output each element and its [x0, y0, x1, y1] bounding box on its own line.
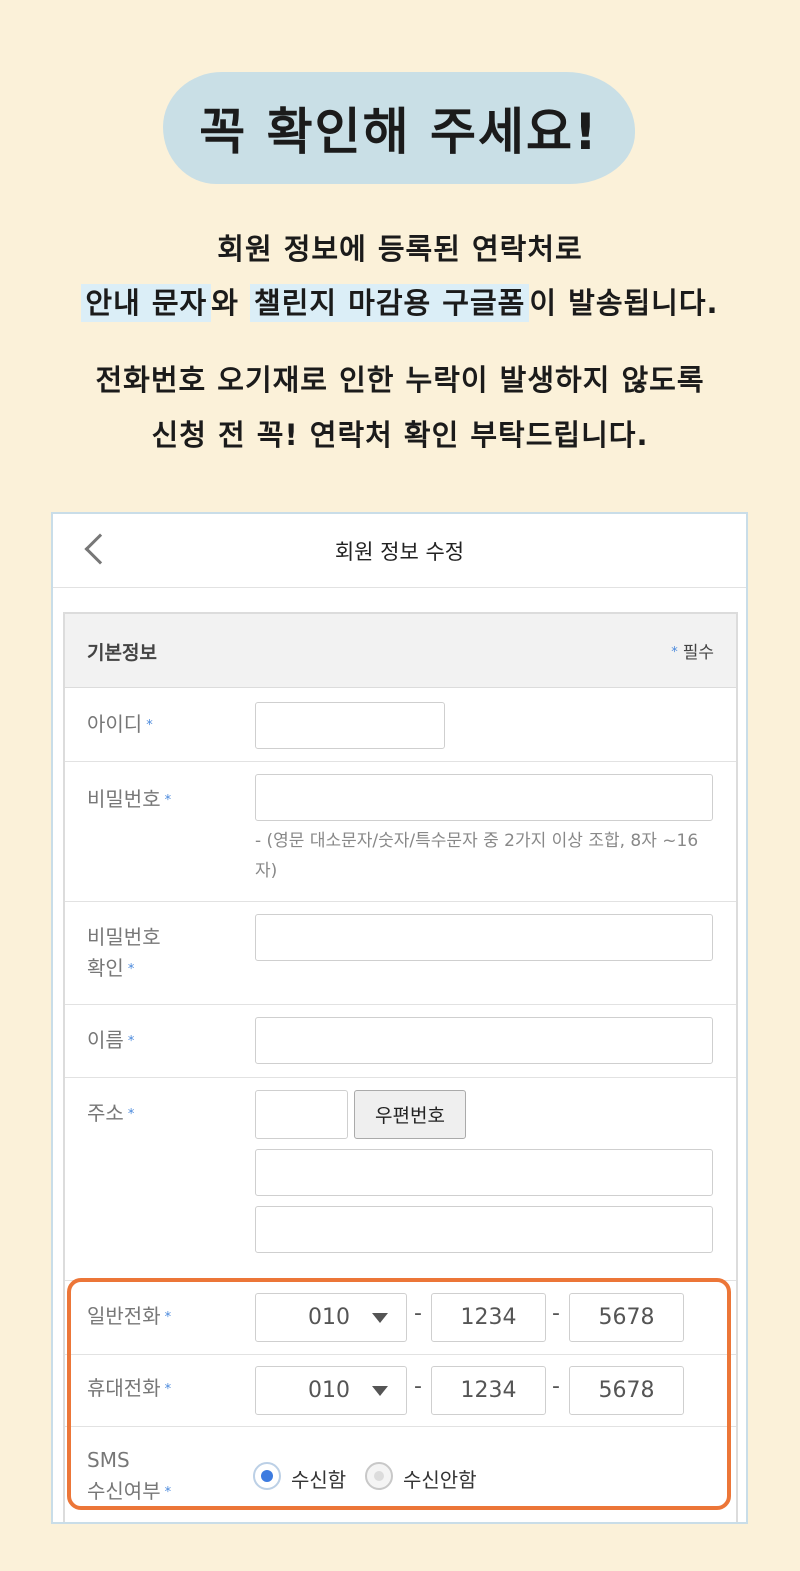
address-line-1-input[interactable]: [255, 1149, 713, 1196]
notice-line-1: 회원 정보에 등록된 연락처로: [217, 232, 583, 266]
notice-line-2: 안내 문자 와 챌린지 마감용 구글폼 이 발송됩니다.: [0, 280, 800, 322]
sms-agree-radio[interactable]: [253, 1462, 281, 1490]
required-note-label: 필수: [682, 643, 714, 663]
row-name: 이름 *: [65, 1005, 736, 1078]
sms-agree-label[interactable]: 수신함: [291, 1464, 346, 1493]
address-line-2-input[interactable]: [255, 1206, 713, 1253]
sms-decline-label[interactable]: 수신안함: [403, 1464, 477, 1493]
highlight-sms: 안내 문자: [81, 284, 212, 322]
required-star-icon: *: [671, 645, 678, 660]
separator: -: [414, 1374, 422, 1399]
row-password: 비밀번호 * - (영문 대소문자/숫자/특수문자 중 2가지 이상 조합, 8자…: [65, 762, 736, 902]
name-label: 이름 *: [87, 1028, 135, 1052]
notice-line-2-mid: 와: [211, 286, 251, 320]
required-note: * 필수: [671, 638, 714, 663]
password-input[interactable]: [255, 774, 713, 821]
id-label: 아이디 *: [87, 712, 153, 736]
row-password-confirm: 비밀번호 확인 *: [65, 902, 736, 1005]
chevron-down-icon: [372, 1313, 388, 1323]
separator: -: [552, 1374, 560, 1399]
password-hint: - (영문 대소문자/숫자/특수문자 중 2가지 이상 조합, 8자 ~16자): [255, 831, 699, 881]
row-id: 아이디 *: [65, 688, 736, 762]
name-input[interactable]: [255, 1017, 713, 1064]
mobile-last-input[interactable]: 5678: [569, 1366, 684, 1415]
row-sms: SMS 수신여부 * 수신함 수신안함: [65, 1427, 736, 1522]
highlight-google-form: 챌린지 마감용 구글폼: [250, 284, 530, 322]
landline-label: 일반전화 *: [87, 1304, 172, 1328]
chevron-down-icon: [372, 1386, 388, 1396]
mobile-prefix-select[interactable]: 010: [255, 1366, 407, 1415]
notice-title: 꼭 확인해 주세요!: [199, 103, 599, 161]
page-title: 회원 정보 수정: [334, 540, 465, 564]
landline-last-input[interactable]: 5678: [569, 1293, 684, 1342]
address-label: 주소 *: [87, 1101, 135, 1125]
zipcode-input[interactable]: [255, 1090, 348, 1139]
row-address: 주소 * 우편번호: [65, 1078, 736, 1281]
mobile-middle-input[interactable]: 1234: [431, 1366, 546, 1415]
notice-line-4: 신청 전 꼭! 연락처 확인 부탁드립니다.: [151, 418, 649, 452]
section-title: 기본정보: [87, 642, 157, 664]
basic-info-form: 기본정보 * 필수 아이디 * 비밀번호 * - (영문 대소문자/숫자/특수문자 중…: [63, 612, 738, 1522]
notice-line-2-end: 이 발송됩니다.: [529, 286, 719, 320]
row-landline: 일반전화 * 010 - 1234 - 5678: [65, 1281, 736, 1355]
sms-label: SMS 수신여부 *: [87, 1448, 172, 1503]
notice-line-3: 전화번호 오기재로 인한 누락이 발생하지 않도록: [95, 363, 705, 397]
zipcode-button[interactable]: 우편번호: [354, 1090, 466, 1139]
password-confirm-input[interactable]: [255, 914, 713, 961]
password-confirm-label: 비밀번호 확인 *: [87, 925, 161, 980]
separator: -: [552, 1301, 560, 1326]
top-bar: 회원 정보 수정: [53, 514, 746, 588]
row-mobile: 휴대전화 * 010 - 1234 - 5678: [65, 1355, 736, 1427]
member-edit-screen: 회원 정보 수정 기본정보 * 필수 아이디 * 비밀번호 * - (영문 대소문자/…: [51, 512, 748, 1524]
sms-decline-radio[interactable]: [365, 1462, 393, 1490]
section-header: 기본정보 * 필수: [65, 614, 736, 688]
separator: -: [414, 1301, 422, 1326]
password-label: 비밀번호 *: [87, 787, 172, 811]
landline-prefix-select[interactable]: 010: [255, 1293, 407, 1342]
mobile-label: 휴대전화 *: [87, 1376, 172, 1400]
id-input[interactable]: [255, 702, 445, 749]
landline-middle-input[interactable]: 1234: [431, 1293, 546, 1342]
